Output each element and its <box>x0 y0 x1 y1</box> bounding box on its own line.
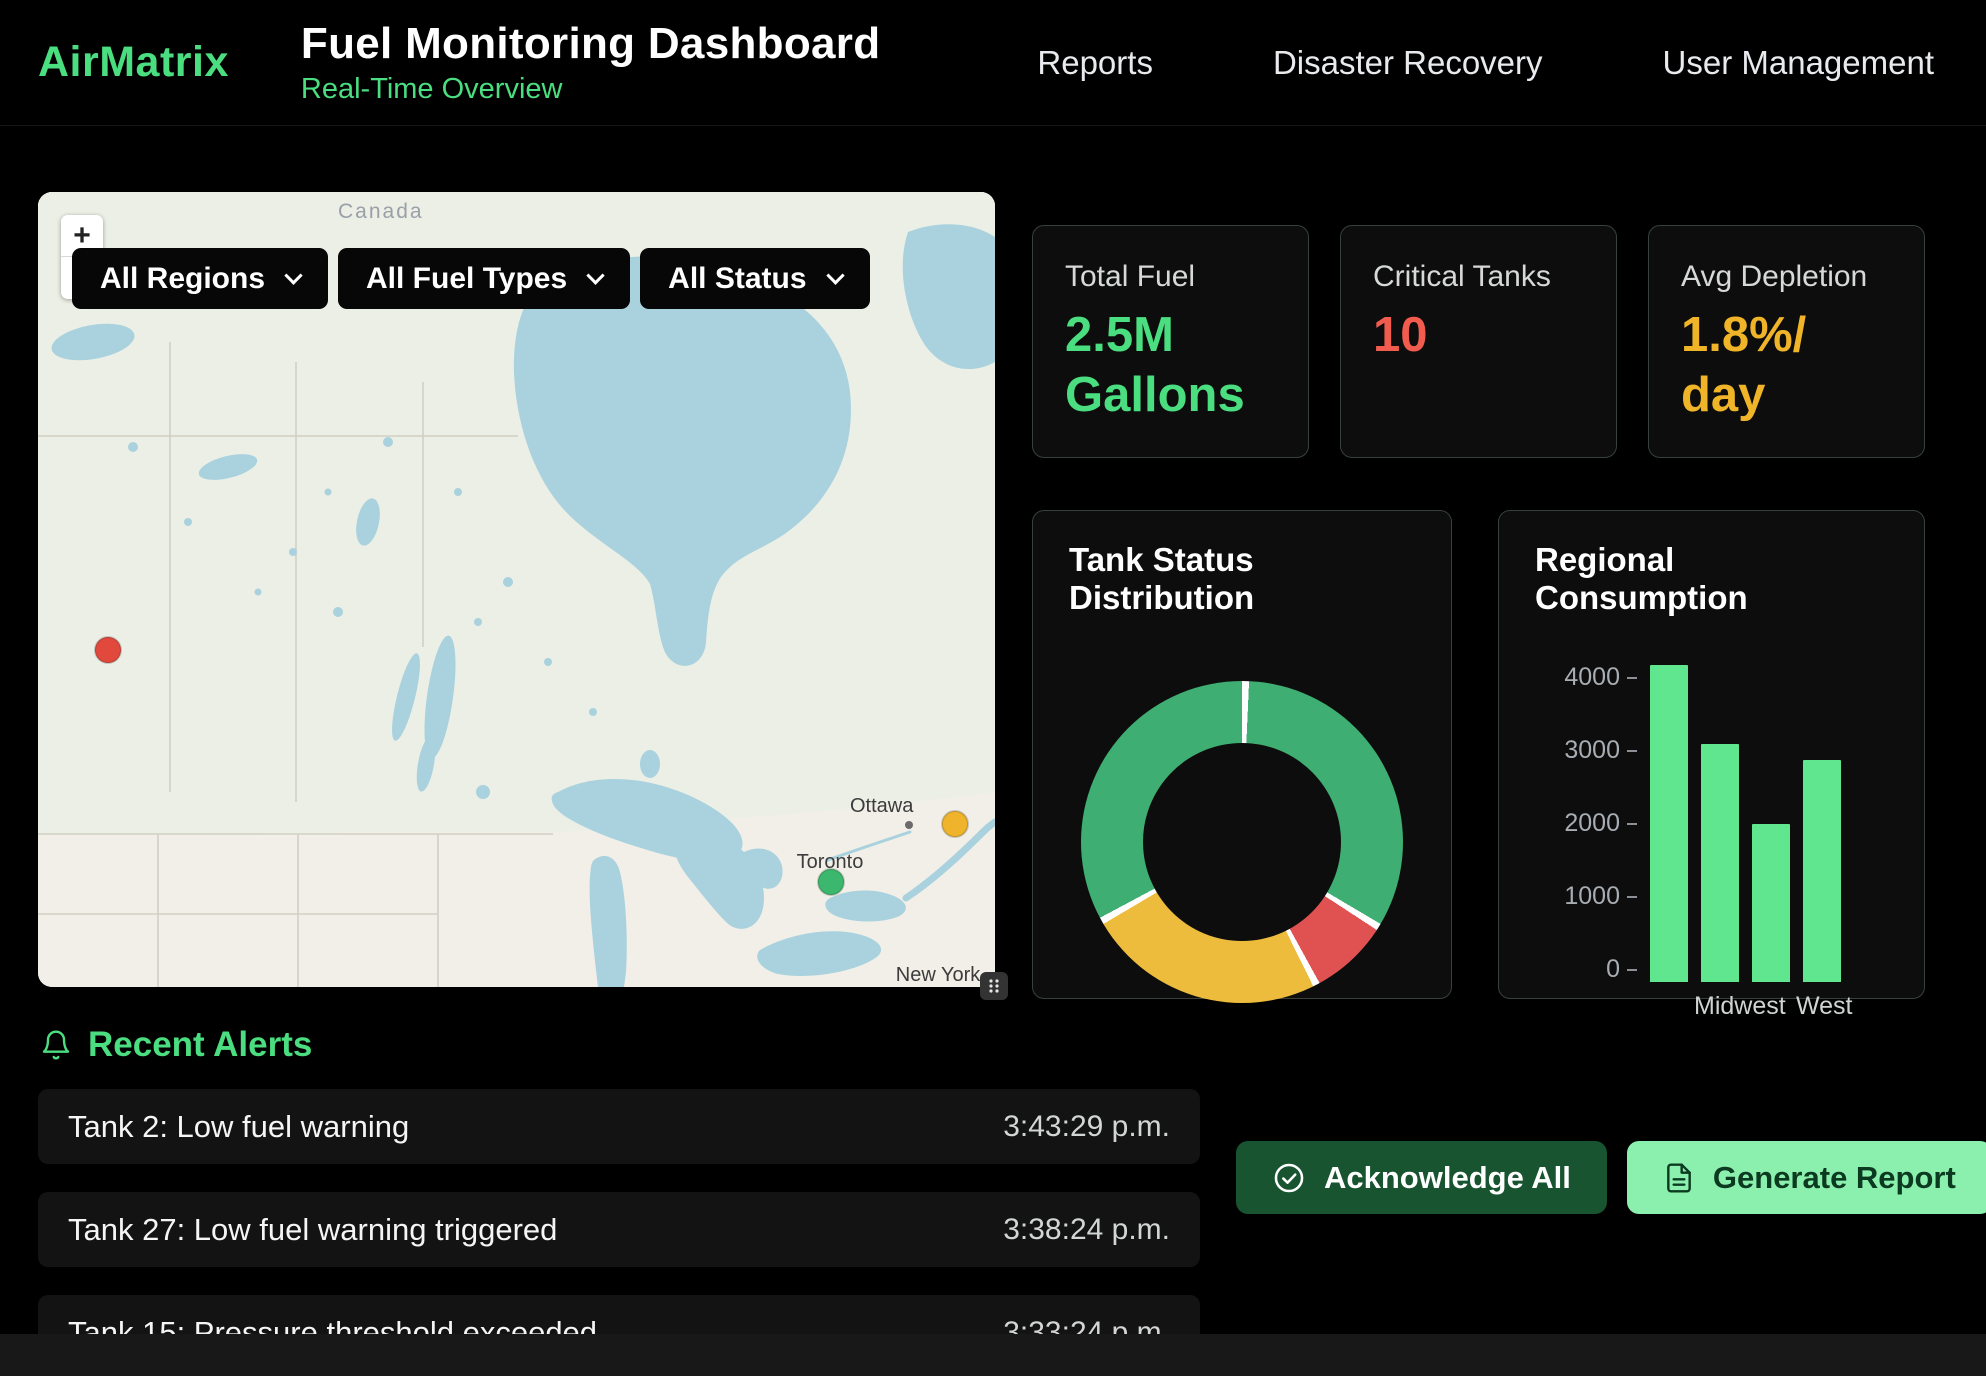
stats-row: Total Fuel 2.5M Gallons Critical Tanks 1… <box>1032 225 1925 458</box>
chevron-down-icon <box>284 266 302 284</box>
stat-label: Total Fuel <box>1065 260 1276 294</box>
stat-label: Critical Tanks <box>1373 260 1584 294</box>
bar-chart: 4000 3000 2000 1000 0 <box>1545 665 1888 1021</box>
stat-card-total-fuel: Total Fuel 2.5M Gallons <box>1032 225 1309 458</box>
main-content: Canada Ottawa Toronto New York + − All R… <box>0 126 1986 999</box>
alerts-actions: Acknowledge All Generate Report <box>1200 1013 1986 1376</box>
y-tick: 2000 <box>1564 811 1637 836</box>
metrics-column: Total Fuel 2.5M Gallons Critical Tanks 1… <box>1032 192 1925 999</box>
page-title: Fuel Monitoring Dashboard <box>301 19 880 69</box>
chart-title: Regional Consumption <box>1535 541 1888 617</box>
bar-col <box>1643 665 1694 982</box>
map-label-new-york: New York <box>896 964 981 986</box>
fuel-types-filter-label: All Fuel Types <box>366 262 567 296</box>
map-resize-handle[interactable] <box>980 972 1008 1000</box>
tick-mark <box>1627 677 1637 679</box>
chevron-down-icon <box>586 266 604 284</box>
tank-status-chart-card: Tank Status Distribution <box>1032 510 1452 999</box>
alert-timestamp: 3:43:29 p.m. <box>1003 1110 1170 1144</box>
bars-row <box>1643 665 1847 982</box>
nav-user-management[interactable]: User Management <box>1663 44 1934 82</box>
stat-value-total-fuel: 2.5M Gallons <box>1065 306 1276 426</box>
tick-mark <box>1627 750 1637 752</box>
bar-col <box>1694 665 1745 982</box>
acknowledge-all-button[interactable]: Acknowledge All <box>1236 1141 1607 1214</box>
bar <box>1803 760 1841 982</box>
donut-holder <box>1069 681 1415 1003</box>
y-tick: 3000 <box>1564 738 1637 763</box>
regions-filter-label: All Regions <box>100 262 265 296</box>
tank-marker-normal[interactable] <box>818 869 844 895</box>
y-tick: 4000 <box>1564 665 1637 690</box>
tick-mark <box>1627 969 1637 971</box>
charts-row: Tank Status Distribution Regional Consum… <box>1032 510 1925 999</box>
bar-chart-y-axis: 4000 3000 2000 1000 0 <box>1545 665 1637 982</box>
bell-icon <box>40 1029 72 1061</box>
map-label-canada: Canada <box>338 200 424 223</box>
ottawa-city-dot <box>905 821 913 829</box>
main-nav: Reports Disaster Recovery User Managemen… <box>1037 44 1934 82</box>
status-filter-dropdown[interactable]: All Status <box>640 248 869 309</box>
bar-chart-plot: Midwest West <box>1643 665 1847 1021</box>
bar-col <box>1745 665 1796 982</box>
donut-chart <box>1081 681 1403 1003</box>
map-filters: All Regions All Fuel Types All Status <box>72 248 870 309</box>
dashboard-root: AirMatrix Fuel Monitoring Dashboard Real… <box>0 0 1986 1376</box>
alert-row: Tank 27: Low fuel warning triggered 3:38… <box>38 1192 1200 1267</box>
y-tick: 1000 <box>1564 884 1637 909</box>
alerts-list-panel: Recent Alerts Tank 2: Low fuel warning 3… <box>38 1013 1200 1376</box>
drag-dots-icon <box>986 978 1002 994</box>
app-header: AirMatrix Fuel Monitoring Dashboard Real… <box>0 0 1986 126</box>
title-block: Fuel Monitoring Dashboard Real-Time Over… <box>301 19 880 106</box>
regions-filter-dropdown[interactable]: All Regions <box>72 248 328 309</box>
tank-marker-warning[interactable] <box>942 811 968 837</box>
nav-reports[interactable]: Reports <box>1037 44 1153 82</box>
regional-consumption-chart-card: Regional Consumption 4000 3000 2000 1000… <box>1498 510 1925 999</box>
y-tick: 0 <box>1606 957 1637 982</box>
alert-timestamp: 3:38:24 p.m. <box>1003 1213 1170 1247</box>
alert-message: Tank 27: Low fuel warning triggered <box>68 1212 557 1248</box>
map-basemap: Canada Ottawa Toronto New York <box>38 192 995 987</box>
bar <box>1752 824 1790 983</box>
alert-row: Tank 2: Low fuel warning 3:43:29 p.m. <box>38 1089 1200 1164</box>
alert-message: Tank 2: Low fuel warning <box>68 1109 409 1145</box>
stat-label: Avg Depletion <box>1681 260 1892 294</box>
map-label-ottawa: Ottawa <box>850 795 914 817</box>
window-bottom-bar <box>0 1334 1986 1376</box>
stat-card-avg-depletion: Avg Depletion 1.8%/ day <box>1648 225 1925 458</box>
document-icon <box>1663 1162 1695 1194</box>
generate-report-button[interactable]: Generate Report <box>1627 1141 1986 1214</box>
brand-logo: AirMatrix <box>38 38 229 87</box>
fuel-types-filter-dropdown[interactable]: All Fuel Types <box>338 248 630 309</box>
status-filter-label: All Status <box>668 262 806 296</box>
stat-value-avg-depletion: 1.8%/ day <box>1681 306 1892 426</box>
bar <box>1650 665 1688 982</box>
nav-disaster-recovery[interactable]: Disaster Recovery <box>1273 44 1543 82</box>
tank-marker-critical[interactable] <box>95 637 121 663</box>
generate-report-label: Generate Report <box>1713 1160 1956 1196</box>
alerts-header: Recent Alerts <box>40 1025 1200 1065</box>
acknowledge-all-label: Acknowledge All <box>1324 1160 1571 1196</box>
tick-mark <box>1627 896 1637 898</box>
page-subtitle: Real-Time Overview <box>301 73 880 106</box>
map-canvas[interactable]: Canada Ottawa Toronto New York <box>38 192 995 987</box>
alerts-section: Recent Alerts Tank 2: Low fuel warning 3… <box>0 999 1986 1376</box>
check-circle-icon <box>1272 1161 1306 1195</box>
map-panel: Canada Ottawa Toronto New York + − All R… <box>38 192 995 987</box>
chart-title: Tank Status Distribution <box>1069 541 1415 617</box>
bar <box>1701 744 1739 982</box>
bar-col <box>1796 665 1847 982</box>
alerts-title: Recent Alerts <box>88 1025 312 1065</box>
tick-mark <box>1627 823 1637 825</box>
stat-card-critical-tanks: Critical Tanks 10 <box>1340 225 1617 458</box>
chevron-down-icon <box>826 266 844 284</box>
stat-value-critical-tanks: 10 <box>1373 306 1584 366</box>
